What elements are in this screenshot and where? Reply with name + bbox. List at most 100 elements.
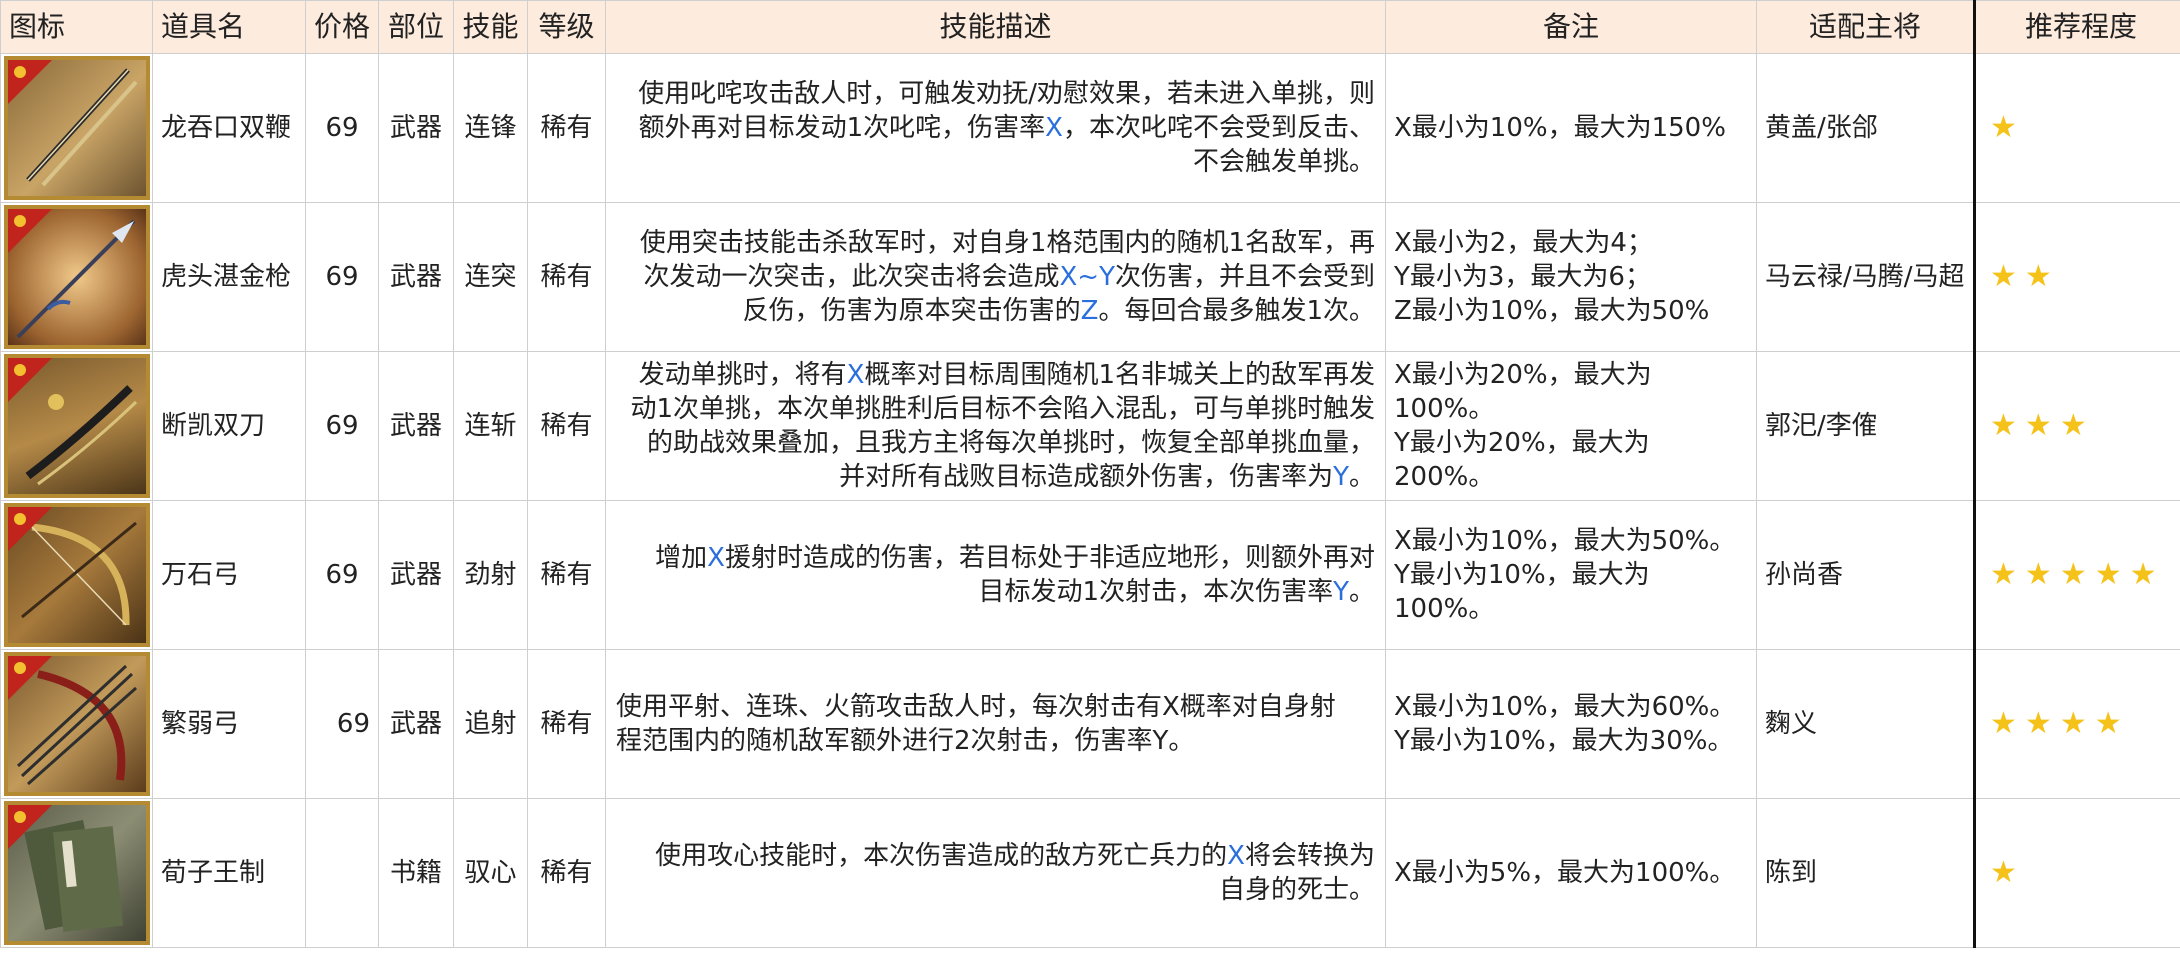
item-note: X最小为20%，最大为100%。 Y最小为20%，最大为200%。 xyxy=(1385,351,1757,501)
star-icon: ★ xyxy=(2024,407,2052,443)
item-name: 断凯双刀 xyxy=(152,351,306,501)
item-grade: 稀有 xyxy=(527,649,606,799)
item-recommend: ★ ★ xyxy=(1973,202,2180,352)
item-recommend: ★ xyxy=(1973,798,2180,948)
item-description: 使用攻心技能时，本次伤害造成的敌方死亡兵力的X将会转换为 自身的死士。 xyxy=(605,798,1386,948)
book-icon xyxy=(3,801,150,945)
item-grade: 稀有 xyxy=(527,351,606,501)
header-name: 道具名 xyxy=(152,0,306,54)
item-name: 荀子王制 xyxy=(152,798,306,948)
header-desc: 技能描述 xyxy=(605,0,1386,54)
header-icon: 图标 xyxy=(0,0,153,54)
header-general: 适配主将 xyxy=(1756,0,1975,54)
item-description: 使用突击技能击杀敌军时，对自身1格范围内的随机1名敌军，再 次发动一次突击，此次… xyxy=(605,202,1386,352)
item-skill: 追射 xyxy=(453,649,528,799)
table-row: 荀子王制 书籍 驭心 稀有 使用攻心技能时，本次伤害造成的敌方死亡兵力的X将会转… xyxy=(0,798,2180,948)
star-icon: ★ xyxy=(1990,109,2017,145)
header-recommend: 推荐程度 xyxy=(1973,0,2180,54)
header-price: 价格 xyxy=(305,0,379,54)
item-price: 69 xyxy=(305,202,379,352)
spear-icon xyxy=(3,205,150,349)
item-note: X最小为2，最大为4； Y最小为3，最大为6； Z最小为10%，最大为50% xyxy=(1385,202,1757,352)
table-row: 龙吞口双鞭 69 武器 连锋 稀有 使用叱咤攻击敌人时，可触发劝抚/劝慰效果，若… xyxy=(0,53,2180,203)
table-row: 断凯双刀 69 武器 连斩 稀有 发动单挑时，将有X概率对目标周围随机1名非城关… xyxy=(0,351,2180,501)
header-grade: 等级 xyxy=(527,0,606,54)
star-icon: ★ xyxy=(2129,556,2157,592)
item-skill: 连斩 xyxy=(453,351,528,501)
item-general: 郭汜/李傕 xyxy=(1756,351,1975,501)
item-note: X最小为10%，最大为50%。 Y最小为10%，最大为100%。 xyxy=(1385,500,1757,650)
item-skill: 连锋 xyxy=(453,53,528,203)
star-icon: ★ xyxy=(1990,407,2017,443)
item-slot: 武器 xyxy=(378,500,454,650)
star-icon: ★ xyxy=(2024,556,2052,592)
item-skill: 驭心 xyxy=(453,798,528,948)
item-icon-cell xyxy=(0,202,153,352)
star-icon: ★ xyxy=(1990,854,2017,890)
item-recommend: ★ ★ ★ xyxy=(1973,351,2180,501)
item-description: 使用叱咤攻击敌人时，可触发劝抚/劝慰效果，若未进入单挑，则 额外再对目标发动1次… xyxy=(605,53,1386,203)
item-icon-cell xyxy=(0,53,153,203)
star-icon: ★ xyxy=(2024,705,2052,741)
star-icon: ★ xyxy=(2094,705,2122,741)
item-grade: 稀有 xyxy=(527,202,606,352)
item-price: 69 xyxy=(305,500,379,650)
item-slot: 武器 xyxy=(378,202,454,352)
item-grade: 稀有 xyxy=(527,798,606,948)
item-slot: 武器 xyxy=(378,649,454,799)
item-description: 增加X援射时造成的伤害，若目标处于非适应地形，则额外再对 目标发动1次射击，本次… xyxy=(605,500,1386,650)
item-name: 繁弱弓 xyxy=(152,649,306,799)
item-description: 发动单挑时，将有X概率对目标周围随机1名非城关上的敌军再发 动1次单挑，本次单挑… xyxy=(605,351,1386,501)
item-icon-cell xyxy=(0,351,153,501)
item-name: 虎头湛金枪 xyxy=(152,202,306,352)
item-skill: 连突 xyxy=(453,202,528,352)
star-icon: ★ xyxy=(1990,258,2017,294)
bow-arrows-icon xyxy=(3,652,150,796)
item-note: X最小为10%，最大为60%。 Y最小为10%，最大为30%。 xyxy=(1385,649,1757,799)
item-price: 69 xyxy=(305,351,379,501)
item-name: 龙吞口双鞭 xyxy=(152,53,306,203)
item-icon-cell xyxy=(0,649,153,799)
header-skill: 技能 xyxy=(453,0,528,54)
item-recommend: ★ ★ ★ ★ ★ xyxy=(1973,500,2180,650)
star-icon: ★ xyxy=(2059,705,2087,741)
twin-blades-icon xyxy=(3,354,150,498)
item-description: 使用平射、连珠、火箭攻击敌人时，每次射击有X概率对自身射 程范围内的随机敌军额外… xyxy=(605,649,1386,799)
star-icon: ★ xyxy=(1990,556,2017,592)
item-grade: 稀有 xyxy=(527,500,606,650)
header-note: 备注 xyxy=(1385,0,1757,54)
item-note: X最小为10%，最大为150% xyxy=(1385,53,1757,203)
item-general: 麴义 xyxy=(1756,649,1975,799)
item-icon-cell xyxy=(0,500,153,650)
item-grade: 稀有 xyxy=(527,53,606,203)
star-icon: ★ xyxy=(2094,556,2122,592)
star-icon: ★ xyxy=(2059,407,2087,443)
item-general: 孙尚香 xyxy=(1756,500,1975,650)
twin-whips-icon xyxy=(3,56,150,200)
header-slot: 部位 xyxy=(378,0,454,54)
item-icon-cell xyxy=(0,798,153,948)
item-general: 陈到 xyxy=(1756,798,1975,948)
star-icon: ★ xyxy=(2024,258,2052,294)
star-icon: ★ xyxy=(2059,556,2087,592)
item-general: 黄盖/张郃 xyxy=(1756,53,1975,203)
header-row: 图标 道具名 价格 部位 技能 等级 技能描述 备注 适配主将 推荐程度 xyxy=(0,0,2180,54)
item-slot: 武器 xyxy=(378,53,454,203)
table-row: 虎头湛金枪 69 武器 连突 稀有 使用突击技能击杀敌军时，对自身1格范围内的随… xyxy=(0,202,2180,352)
equipment-table: 图标 道具名 价格 部位 技能 等级 技能描述 备注 适配主将 推荐程度 龙吞口… xyxy=(0,0,2180,948)
item-recommend: ★ ★ ★ ★ xyxy=(1973,649,2180,799)
item-price: 69 xyxy=(305,649,379,799)
table-row: 繁弱弓 69 武器 追射 稀有 使用平射、连珠、火箭攻击敌人时，每次射击有X概率… xyxy=(0,649,2180,799)
item-skill: 劲射 xyxy=(453,500,528,650)
item-price xyxy=(305,798,379,948)
star-icon: ★ xyxy=(1990,705,2017,741)
item-name: 万石弓 xyxy=(152,500,306,650)
table-row: 万石弓 69 武器 劲射 稀有 增加X援射时造成的伤害，若目标处于非适应地形，则… xyxy=(0,500,2180,650)
item-note: X最小为5%，最大为100%。 xyxy=(1385,798,1757,948)
item-price: 69 xyxy=(305,53,379,203)
item-general: 马云禄/马腾/马超 xyxy=(1756,202,1975,352)
item-slot: 书籍 xyxy=(378,798,454,948)
item-slot: 武器 xyxy=(378,351,454,501)
bow-icon xyxy=(3,503,150,647)
item-recommend: ★ xyxy=(1973,53,2180,203)
